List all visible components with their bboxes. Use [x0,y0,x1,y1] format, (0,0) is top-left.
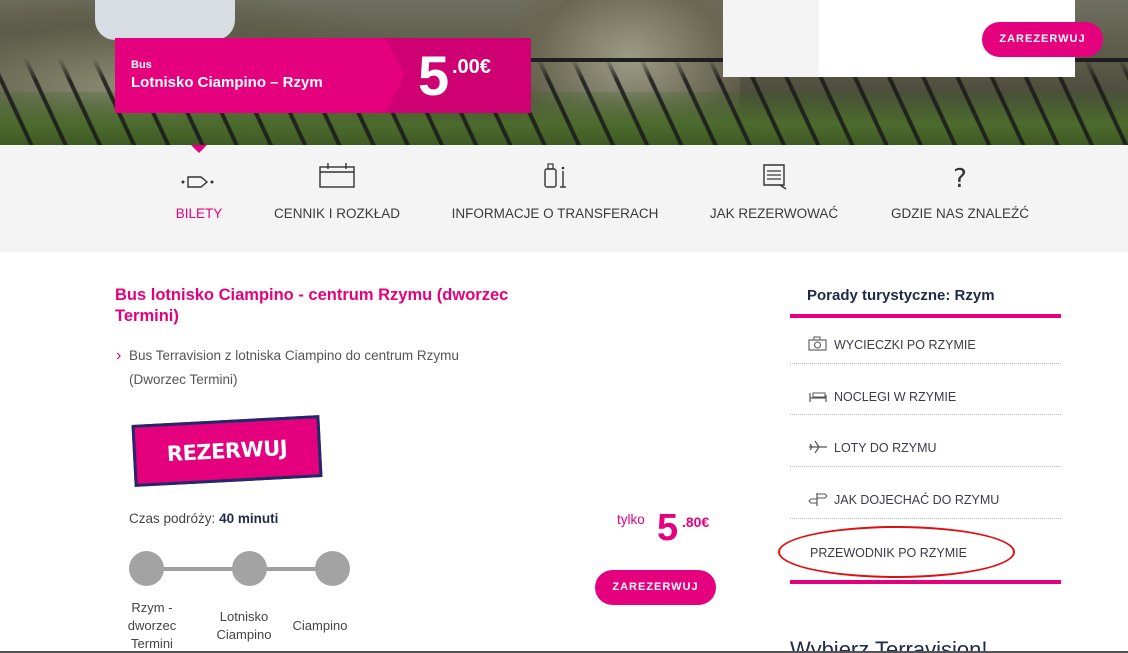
sidebar-title: Porady turystyczne: Rzym [807,287,995,304]
stop-dot [232,551,267,586]
divider [790,363,1061,364]
travel-time-value: 40 minuti [219,511,279,526]
tab-label: CENNIK I ROZKŁAD [273,206,401,221]
price-promo-banner[interactable]: Bus Lotnisko Ciampino – Rzym 5 .00€ [115,38,531,113]
luggage-icon [446,161,664,191]
divider [790,466,1061,467]
price-prefix: tylko [617,512,645,527]
bed-icon [808,388,828,404]
camera-icon [808,336,828,352]
tab-navigation: BILETY CENNIK I ROZKŁAD INFORMACJE O TRA… [0,145,1128,252]
stop-label: Rzym - dworzec Termini [127,600,177,651]
route-link[interactable]: › Bus Terravision z lotniska Ciampino do… [116,344,516,392]
price-main: 5 [657,507,679,549]
tab-gdzie-nas-znalezc[interactable]: ? GDZIE NAS ZNALEŹĆ [884,145,1036,252]
plane-icon [808,439,828,455]
route-link-text: Bus Terravision z lotniska Ciampino do c… [129,348,459,387]
promo-price-main: 5 [418,44,450,107]
tab-cennik[interactable]: CENNIK I ROZKŁAD [268,145,406,252]
sidebar-top-bar [790,314,1061,318]
sidebar-item-label: NOCLEGI W RZYMIE [834,390,957,404]
page-title: Bus lotnisko Ciampino - centrum Rzymu (d… [115,286,509,325]
hero-banner: Bus Lotnisko Ciampino – Rzym 5 .00€ ZARE… [0,0,1128,145]
promo-price-fraction: .00€ [452,56,491,78]
calendar-icon [268,161,406,191]
book-online-stamp[interactable]: REZERWUJ ONLINE [131,415,323,521]
tab-label: BILETY [175,206,223,221]
booking-list-icon [704,161,844,191]
sidebar-item-label: JAK DOJECHAĆ DO RZYMU [834,493,1000,507]
travel-time-label: Czas podróży: [129,511,216,526]
page: Bus Lotnisko Ciampino – Rzym 5 .00€ ZARE… [0,0,1128,653]
promo-kind: Bus [131,59,152,71]
booking-card: ZAREZERWUJ [723,0,1103,77]
tab-informacje[interactable]: INFORMACJE O TRANSFERACH [446,145,664,252]
sidebar-item-label: WYCIECZKI PO RZYMIE [834,338,976,352]
tab-label: INFORMACJE O TRANSFERACH [451,206,659,221]
hero-book-button[interactable]: ZAREZERWUJ [982,22,1103,57]
tab-label: JAK REZERWOWAĆ [709,206,839,221]
question-icon: ? [884,161,1036,191]
travel-time: Czas podróży: 40 minuti [129,511,278,526]
svg-text:?: ? [953,164,967,191]
sidebar-bottom-bar [790,580,1061,584]
sidebar-item-loty[interactable]: LOTY DO RZYMU [808,439,1061,489]
promo-route: Lotnisko Ciampino – Rzym [131,74,323,91]
signpost-icon [808,491,828,507]
stop-dot [129,551,164,586]
tab-label: GDZIE NAS ZNALEŹĆ [890,206,1030,221]
stop-label: Lotnisko Ciampino [216,609,272,642]
sidebar-item-label: LOTY DO RZYMU [834,441,937,455]
sidebar-item-wycieczki[interactable]: WYCIECZKI PO RZYMIE [808,336,1061,386]
tab-jak-rezerwowac[interactable]: JAK REZERWOWAĆ [704,145,844,252]
tab-bilety[interactable]: BILETY [158,145,240,252]
stop-label: Ciampino [292,618,348,633]
price-fraction: .80€ [682,514,710,530]
stop-dot [315,551,350,586]
divider [790,414,1061,415]
divider [790,518,1061,519]
sidebar-item-noclegi[interactable]: NOCLEGI W RZYMIE [808,388,1061,438]
book-button[interactable]: ZAREZERWUJ [595,570,716,605]
highlight-annotation [778,526,1015,578]
chevron-right-icon: › [116,347,122,364]
ticket-icon [158,161,240,191]
